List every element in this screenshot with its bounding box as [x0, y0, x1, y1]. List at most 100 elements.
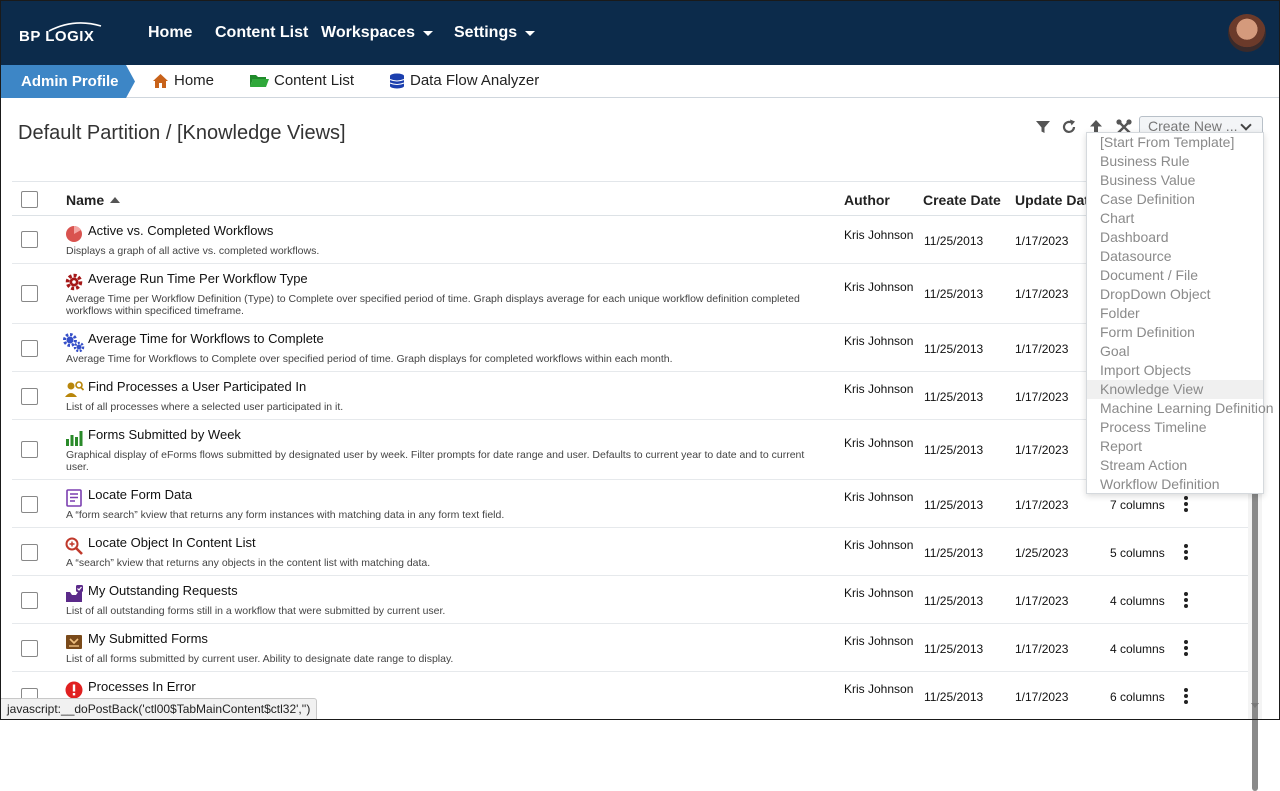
row-title[interactable]: Locate Form Data: [88, 487, 192, 502]
menu-item-dropdown-object[interactable]: DropDown Object: [1087, 285, 1263, 304]
crumb-content-list[interactable]: Content List: [249, 72, 354, 89]
menu-item-chart[interactable]: Chart: [1087, 209, 1263, 228]
row-checkbox[interactable]: [21, 441, 38, 458]
scrollbar-thumb[interactable]: [1252, 481, 1258, 791]
table-row[interactable]: Forms Submitted by Week Graphical displa…: [12, 420, 1248, 480]
row-checkbox[interactable]: [21, 640, 38, 657]
pie-chart-icon: [66, 225, 82, 242]
crumb-data-flow-analyzer-label: Data Flow Analyzer: [410, 72, 540, 89]
row-description: A “form search” kview that returns any f…: [66, 509, 505, 521]
row-checkbox[interactable]: [21, 544, 38, 561]
nav-settings-label: Settings: [454, 24, 518, 41]
refresh-icon[interactable]: [1060, 118, 1078, 136]
bp-logix-logo[interactable]: BP LOGIX: [19, 20, 109, 50]
menu-item-start-from-template[interactable]: [Start From Template]: [1087, 133, 1263, 152]
row-create-date: 11/25/2013: [924, 498, 984, 512]
row-columns: 4 columns: [1110, 594, 1165, 608]
row-title[interactable]: Active vs. Completed Workflows: [88, 223, 273, 238]
scroll-down-arrow-icon[interactable]: [1251, 703, 1259, 708]
more-options-icon[interactable]: [1184, 592, 1190, 610]
row-columns: 7 columns: [1110, 498, 1165, 512]
row-update-date: 1/17/2023: [1015, 234, 1069, 248]
menu-item-business-rule[interactable]: Business Rule: [1087, 152, 1263, 171]
row-checkbox[interactable]: [21, 231, 38, 248]
row-title[interactable]: Locate Object In Content List: [88, 535, 256, 550]
error-icon: [65, 681, 83, 699]
row-checkbox[interactable]: [21, 496, 38, 513]
row-create-date: 11/25/2013: [924, 690, 984, 704]
menu-item-folder[interactable]: Folder: [1087, 304, 1263, 323]
menu-item-form-definition[interactable]: Form Definition: [1087, 323, 1263, 342]
table-row[interactable]: My Submitted Forms List of all forms sub…: [12, 624, 1248, 672]
column-header-author[interactable]: Author: [844, 192, 890, 208]
menu-item-import-objects[interactable]: Import Objects: [1087, 361, 1263, 380]
row-checkbox[interactable]: [21, 388, 38, 405]
more-options-icon[interactable]: [1184, 544, 1190, 562]
row-title[interactable]: Average Time for Workflows to Complete: [88, 331, 324, 346]
table-row[interactable]: Find Processes a User Participated In Li…: [12, 372, 1248, 420]
row-update-date: 1/17/2023: [1015, 642, 1069, 656]
more-options-icon[interactable]: [1184, 688, 1190, 706]
table-row[interactable]: Average Time for Workflows to Complete A…: [12, 324, 1248, 372]
row-title[interactable]: Average Run Time Per Workflow Type: [88, 271, 308, 286]
table-row[interactable]: Average Run Time Per Workflow Type Avera…: [12, 264, 1248, 324]
menu-item-stream-action[interactable]: Stream Action: [1087, 456, 1263, 475]
crumb-home[interactable]: Home: [152, 72, 214, 89]
row-title[interactable]: My Outstanding Requests: [88, 583, 238, 598]
nav-content-list-label: Content List: [215, 24, 309, 41]
browser-status-bar: javascript:__doPostBack('ctl00$TabMainCo…: [0, 698, 318, 720]
row-title[interactable]: Find Processes a User Participated In: [88, 379, 306, 394]
table-row[interactable]: Locate Form Data A “form search” kview t…: [12, 480, 1248, 528]
row-title[interactable]: Processes In Error: [88, 679, 196, 694]
menu-item-machine-learning-definition[interactable]: Machine Learning Definition: [1087, 399, 1274, 418]
user-avatar[interactable]: [1228, 14, 1266, 52]
table-row[interactable]: Locate Object In Content List A “search”…: [12, 528, 1248, 576]
column-header-name[interactable]: Name: [66, 192, 121, 208]
nav-workspaces[interactable]: Workspaces: [321, 24, 433, 42]
crumb-data-flow-analyzer[interactable]: Data Flow Analyzer: [389, 72, 539, 89]
row-author: Kris Johnson: [844, 682, 914, 696]
caret-down-icon: [422, 30, 433, 36]
sort-ascending-icon: [110, 197, 121, 203]
chevron-down-icon: [1240, 119, 1252, 131]
table-row[interactable]: My Outstanding Requests List of all outs…: [12, 576, 1248, 624]
table-row[interactable]: Active vs. Completed Workflows Displays …: [12, 216, 1248, 264]
menu-item-case-definition[interactable]: Case Definition: [1087, 190, 1263, 209]
menu-item-process-timeline[interactable]: Process Timeline: [1087, 418, 1263, 437]
menu-item-document-file[interactable]: Document / File: [1087, 266, 1263, 285]
page-title: Default Partition / [Knowledge Views]: [18, 122, 346, 144]
admin-profile-tab[interactable]: Admin Profile: [0, 65, 135, 98]
more-options-icon[interactable]: [1184, 640, 1190, 658]
filter-icon[interactable]: [1034, 118, 1052, 136]
row-checkbox[interactable]: [21, 285, 38, 302]
bar-chart-icon: [66, 431, 83, 446]
menu-item-knowledge-view[interactable]: Knowledge View: [1087, 380, 1263, 399]
row-checkbox[interactable]: [21, 592, 38, 609]
more-options-icon[interactable]: [1184, 496, 1190, 514]
nav-settings[interactable]: Settings: [454, 24, 536, 42]
caret-down-icon: [525, 30, 536, 36]
row-create-date: 11/25/2013: [924, 287, 984, 301]
menu-item-dashboard[interactable]: Dashboard: [1087, 228, 1263, 247]
menu-item-business-value[interactable]: Business Value: [1087, 171, 1263, 190]
home-icon: [153, 73, 168, 88]
column-header-update-date[interactable]: Update Dat: [1015, 192, 1089, 208]
row-update-date: 1/25/2023: [1015, 546, 1069, 560]
row-title[interactable]: Forms Submitted by Week: [88, 427, 241, 442]
nav-content-list[interactable]: Content List: [215, 24, 308, 42]
nav-home[interactable]: Home: [148, 24, 192, 42]
row-description: A “search” kview that returns any object…: [66, 557, 431, 569]
row-title[interactable]: My Submitted Forms: [88, 631, 208, 646]
column-header-create-date[interactable]: Create Date: [923, 192, 1001, 208]
row-create-date: 11/25/2013: [924, 594, 984, 608]
menu-item-goal[interactable]: Goal: [1087, 342, 1263, 361]
inbox-icon: [66, 585, 83, 602]
database-icon: [389, 73, 405, 88]
menu-item-datasource[interactable]: Datasource: [1087, 247, 1263, 266]
row-checkbox[interactable]: [21, 340, 38, 357]
menu-item-workflow-definition[interactable]: Workflow Definition: [1087, 475, 1263, 494]
select-all-checkbox[interactable]: [21, 191, 38, 208]
menu-item-report[interactable]: Report: [1087, 437, 1263, 456]
crumb-content-list-label: Content List: [274, 72, 355, 89]
row-author: Kris Johnson: [844, 538, 914, 552]
